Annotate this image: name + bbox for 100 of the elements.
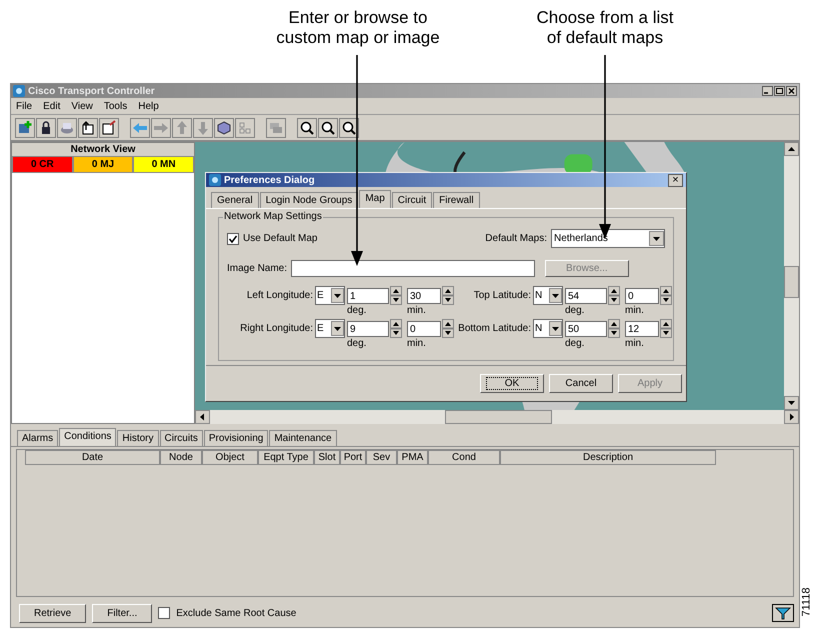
column-header[interactable]: Slot [314, 450, 340, 465]
right-icon[interactable] [151, 118, 171, 138]
zoom-area-icon[interactable] [339, 118, 359, 138]
dropdown-caret-icon[interactable] [549, 288, 562, 303]
dropdown-caret-icon[interactable] [331, 321, 344, 336]
spinner-icon[interactable] [390, 286, 402, 305]
degrees-field[interactable]: 9 [347, 320, 389, 336]
maximize-icon[interactable] [774, 86, 785, 96]
minutes-field[interactable]: 0 [407, 320, 441, 336]
column-header[interactable]: PMA [397, 450, 428, 465]
app-icon [209, 174, 221, 186]
default-maps-dropdown[interactable]: Netherlands [551, 229, 665, 248]
menu-item[interactable]: File [16, 100, 32, 112]
scroll-up-icon[interactable] [784, 142, 799, 156]
direction-dropdown[interactable]: N [533, 286, 563, 305]
tab[interactable]: Map [359, 190, 391, 208]
scroll-left-icon[interactable] [195, 410, 210, 424]
column-header[interactable]: Cond [428, 450, 500, 465]
field-label: Left Longitude: [246, 290, 313, 301]
direction-dropdown[interactable]: E [315, 286, 345, 305]
up-icon[interactable] [172, 118, 192, 138]
column-header[interactable]: Port [340, 450, 366, 465]
minutes-field[interactable]: 30 [407, 288, 441, 304]
tab[interactable]: Maintenance [269, 430, 337, 446]
minimize-icon[interactable] [762, 86, 773, 96]
scroll-thumb[interactable] [784, 266, 799, 298]
degrees-field[interactable]: 50 [565, 320, 607, 336]
figure-number: 71118 [800, 588, 813, 616]
spinner-icon[interactable] [608, 286, 620, 305]
properties-icon[interactable] [99, 118, 119, 138]
tab[interactable]: History [117, 430, 159, 446]
column-header[interactable]: Sev [366, 450, 397, 465]
tab[interactable]: Circuit [392, 192, 432, 208]
dropdown-caret-icon[interactable] [331, 288, 344, 303]
filter-button[interactable]: Filter... [92, 604, 152, 622]
export-icon[interactable] [78, 118, 98, 138]
minutes-field[interactable]: 12 [625, 320, 659, 336]
filter-icon[interactable] [772, 604, 794, 622]
spinner-icon[interactable] [390, 319, 402, 338]
tab[interactable]: Provisioning [204, 430, 268, 446]
spinner-icon[interactable] [608, 319, 620, 338]
direction-dropdown[interactable]: N [533, 319, 563, 338]
column-header[interactable]: Eqpt Type [258, 450, 314, 465]
close-icon[interactable] [786, 86, 797, 96]
tab[interactable]: Conditions [59, 428, 116, 446]
spinner-icon[interactable] [442, 319, 454, 338]
scroll-down-icon[interactable] [784, 396, 799, 410]
unit-label: deg. [347, 305, 368, 317]
unit-label: min. [407, 305, 427, 317]
left-icon[interactable] [130, 118, 150, 138]
close-button[interactable]: × [668, 174, 683, 186]
degrees-field[interactable]: 1 [347, 288, 389, 304]
menu-item[interactable]: Help [138, 100, 159, 112]
unit-label: deg. [565, 305, 586, 317]
checkbox[interactable] [158, 607, 170, 619]
retrieve-button[interactable]: Retrieve [19, 604, 86, 622]
spinner-icon[interactable] [660, 286, 672, 305]
panel-title: Network View [70, 143, 136, 156]
dropdown-caret-icon[interactable] [649, 231, 664, 246]
spinner-icon[interactable] [442, 286, 454, 305]
dropdown-caret-icon[interactable] [549, 321, 562, 336]
degrees-field[interactable]: 54 [565, 288, 607, 304]
unit-label: deg. [347, 338, 368, 350]
unit-label: min. [407, 338, 427, 350]
menu-item[interactable]: Tools [104, 100, 128, 112]
unit-label: deg. [565, 338, 586, 350]
dialog-button[interactable]: Cancel [549, 374, 613, 393]
image-name-field[interactable] [291, 260, 536, 277]
unit-label: min. [625, 305, 645, 317]
spinner-icon[interactable] [660, 319, 672, 338]
lock-icon[interactable] [36, 118, 56, 138]
field-label: Default Maps: [485, 233, 547, 244]
menu-item[interactable]: View [71, 100, 93, 112]
column-header[interactable]: Description [500, 450, 716, 465]
scroll-right-icon[interactable] [784, 410, 799, 424]
field-label: Top Latitude: [472, 290, 531, 301]
layers-icon[interactable] [266, 118, 286, 138]
tab[interactable]: Alarms [17, 430, 58, 446]
tab[interactable]: Circuits [160, 430, 203, 446]
alarm-count: 0 MN [133, 156, 194, 173]
zoom-in-icon[interactable] [318, 118, 338, 138]
column-header[interactable]: Object [202, 450, 258, 465]
tab[interactable]: Firewall [433, 192, 480, 208]
checkbox[interactable] [227, 232, 239, 244]
minutes-field[interactable]: 0 [625, 288, 659, 304]
tab[interactable]: General [211, 192, 259, 208]
checkbox-label: Use Default Map [243, 233, 318, 244]
dialog-button[interactable]: OK [480, 374, 544, 393]
column-header[interactable]: Date [25, 450, 160, 465]
alarm-count: 0 CR [12, 156, 73, 173]
field-label: Bottom Latitude: [457, 323, 531, 334]
unit-label: min. [625, 338, 645, 350]
scroll-thumb[interactable] [445, 410, 552, 424]
column-header[interactable]: Node [160, 450, 202, 465]
direction-dropdown[interactable]: E [315, 319, 345, 338]
tab[interactable]: Login Node Groups [260, 192, 358, 208]
menu-item[interactable]: Edit [43, 100, 60, 112]
field-label: Right Longitude: [239, 323, 313, 334]
cube-icon[interactable] [214, 118, 234, 138]
zoom-out-icon[interactable] [297, 118, 317, 138]
